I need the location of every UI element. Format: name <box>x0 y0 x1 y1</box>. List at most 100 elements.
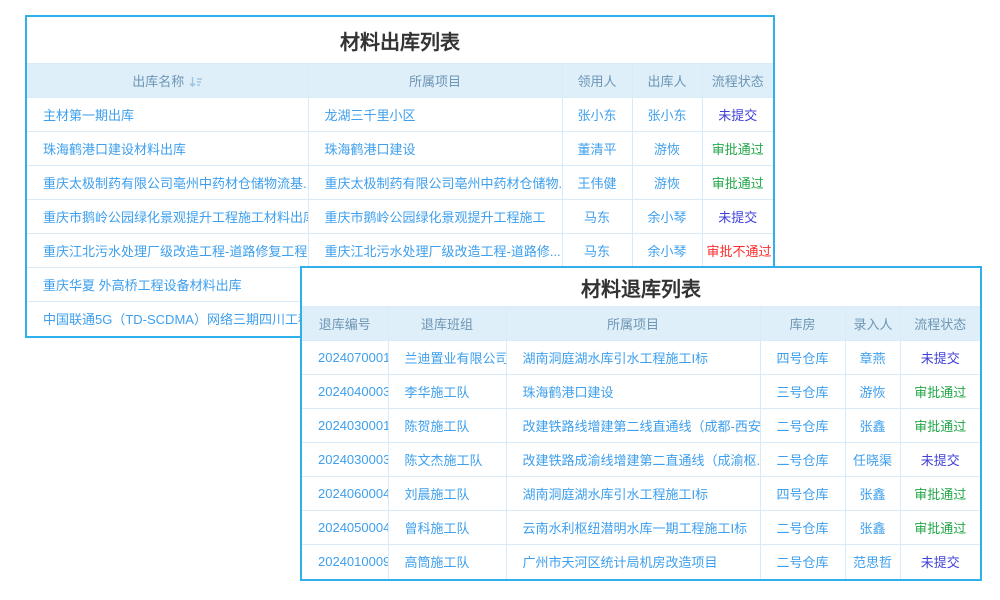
outbound-name-cell[interactable]: 重庆华夏 外高桥工程设备材料出库 <box>27 268 308 302</box>
return-col-code: 退库编号 <box>302 307 388 341</box>
return-list-panel: 材料退库列表 退库编号 退库班组 所属项目 库房 录入人 流程状态 202407… <box>300 266 982 581</box>
outbound-recipient-cell: 董清平 <box>562 132 632 166</box>
return-project-cell: 珠海鹤港口建设 <box>506 375 760 409</box>
return-code-cell[interactable]: 2024010009 <box>302 545 388 579</box>
return-table-row[interactable]: 2024030003 陈文杰施工队 改建铁路成渝线增建第二直通线（成渝枢... … <box>302 443 980 477</box>
return-code-cell[interactable]: 2024030001 <box>302 409 388 443</box>
return-warehouse-cell: 二号仓库 <box>760 443 845 477</box>
return-warehouse-cell: 二号仓库 <box>760 511 845 545</box>
outbound-recipient-cell: 马东 <box>562 234 632 268</box>
outbound-table-row[interactable]: 重庆市鹅岭公园绿化景观提升工程施工材料出库 重庆市鹅岭公园绿化景观提升工程施工 … <box>27 200 773 234</box>
outbound-name-cell[interactable]: 中国联通5G（TD-SCDMA）网络三期四川工程... <box>27 302 308 336</box>
return-project-cell: 湖南洞庭湖水库引水工程施工I标 <box>506 477 760 511</box>
outbound-operator-cell: 游恢 <box>632 166 702 200</box>
outbound-table-row[interactable]: 重庆江北污水处理厂级改造工程-道路修复工程... 重庆江北污水处理厂级改造工程-… <box>27 234 773 268</box>
return-team-cell: 陈贺施工队 <box>388 409 506 443</box>
outbound-recipient-cell: 马东 <box>562 200 632 234</box>
return-team-cell: 刘晨施工队 <box>388 477 506 511</box>
outbound-project-cell: 重庆江北污水处理厂级改造工程-道路修... <box>308 234 562 268</box>
return-col-recorder: 录入人 <box>845 307 900 341</box>
return-code-cell[interactable]: 2024030003 <box>302 443 388 477</box>
return-recorder-cell: 张鑫 <box>845 477 900 511</box>
return-status-cell: 审批通过 <box>900 409 980 443</box>
outbound-col-project: 所属项目 <box>308 64 562 98</box>
return-project-cell: 云南水利枢纽潜明水库一期工程施工I标 <box>506 511 760 545</box>
outbound-table-row[interactable]: 珠海鹤港口建设材料出库 珠海鹤港口建设 董清平 游恢 审批通过 <box>27 132 773 166</box>
return-recorder-cell: 任晓渠 <box>845 443 900 477</box>
outbound-col-name-label: 出库名称 <box>132 74 184 89</box>
return-warehouse-cell: 四号仓库 <box>760 341 845 375</box>
outbound-project-cell: 重庆市鹅岭公园绿化景观提升工程施工 <box>308 200 562 234</box>
return-status-cell: 未提交 <box>900 443 980 477</box>
return-col-status: 流程状态 <box>900 307 980 341</box>
outbound-col-name[interactable]: 出库名称 <box>27 64 308 98</box>
outbound-name-cell[interactable]: 主材第一期出库 <box>27 98 308 132</box>
outbound-status-cell: 审批通过 <box>702 166 773 200</box>
return-status-cell: 未提交 <box>900 545 980 579</box>
return-header-row: 退库编号 退库班组 所属项目 库房 录入人 流程状态 <box>302 307 980 341</box>
outbound-status-cell: 未提交 <box>702 200 773 234</box>
outbound-operator-cell: 余小琴 <box>632 200 702 234</box>
outbound-col-status: 流程状态 <box>702 64 773 98</box>
outbound-name-cell[interactable]: 重庆太极制药有限公司亳州中药材仓储物流基... <box>27 166 308 200</box>
page: 材料出库列表 出库名称 所属项目 领用人 出库人 流程状态 主材第一期出库 <box>0 0 1000 600</box>
return-project-cell: 湖南洞庭湖水库引水工程施工I标 <box>506 341 760 375</box>
sort-descending-icon[interactable] <box>189 76 202 91</box>
outbound-operator-cell: 张小东 <box>632 98 702 132</box>
return-table-row[interactable]: 2024030001 陈贺施工队 改建铁路线增建第二线直通线（成都-西安... … <box>302 409 980 443</box>
outbound-name-cell[interactable]: 重庆江北污水处理厂级改造工程-道路修复工程... <box>27 234 308 268</box>
outbound-project-cell: 重庆太极制药有限公司亳州中药材仓储物... <box>308 166 562 200</box>
outbound-recipient-cell: 张小东 <box>562 98 632 132</box>
return-code-cell[interactable]: 2024050004 <box>302 511 388 545</box>
return-table-row[interactable]: 2024010009 高筒施工队 广州市天河区统计局机房改造项目 二号仓库 范思… <box>302 545 980 579</box>
return-status-cell: 审批通过 <box>900 477 980 511</box>
outbound-recipient-cell: 王伟健 <box>562 166 632 200</box>
outbound-project-cell: 龙湖三千里小区 <box>308 98 562 132</box>
outbound-project-cell: 珠海鹤港口建设 <box>308 132 562 166</box>
outbound-operator-cell: 游恢 <box>632 132 702 166</box>
return-project-cell: 改建铁路线增建第二线直通线（成都-西安... <box>506 409 760 443</box>
return-team-cell: 陈文杰施工队 <box>388 443 506 477</box>
outbound-table-row[interactable]: 重庆太极制药有限公司亳州中药材仓储物流基... 重庆太极制药有限公司亳州中药材仓… <box>27 166 773 200</box>
return-warehouse-cell: 三号仓库 <box>760 375 845 409</box>
outbound-header-row: 出库名称 所属项目 领用人 出库人 流程状态 <box>27 64 773 98</box>
return-status-cell: 未提交 <box>900 341 980 375</box>
outbound-list-title: 材料出库列表 <box>27 17 773 63</box>
return-recorder-cell: 游恢 <box>845 375 900 409</box>
outbound-name-cell[interactable]: 重庆市鹅岭公园绿化景观提升工程施工材料出库 <box>27 200 308 234</box>
return-project-cell: 广州市天河区统计局机房改造项目 <box>506 545 760 579</box>
return-list-title: 材料退库列表 <box>302 268 980 306</box>
return-code-cell[interactable]: 2024060004 <box>302 477 388 511</box>
outbound-table-row[interactable]: 主材第一期出库 龙湖三千里小区 张小东 张小东 未提交 <box>27 98 773 132</box>
return-team-cell: 兰迪置业有限公司 <box>388 341 506 375</box>
return-recorder-cell: 张鑫 <box>845 409 900 443</box>
return-team-cell: 曾科施工队 <box>388 511 506 545</box>
return-status-cell: 审批通过 <box>900 511 980 545</box>
return-col-team: 退库班组 <box>388 307 506 341</box>
return-recorder-cell: 范思哲 <box>845 545 900 579</box>
return-col-project: 所属项目 <box>506 307 760 341</box>
return-warehouse-cell: 二号仓库 <box>760 409 845 443</box>
return-status-cell: 审批通过 <box>900 375 980 409</box>
return-code-cell[interactable]: 2024070001 <box>302 341 388 375</box>
return-code-cell[interactable]: 2024040003 <box>302 375 388 409</box>
outbound-name-cell[interactable]: 珠海鹤港口建设材料出库 <box>27 132 308 166</box>
return-project-cell: 改建铁路成渝线增建第二直通线（成渝枢... <box>506 443 760 477</box>
return-team-cell: 高筒施工队 <box>388 545 506 579</box>
return-table-row[interactable]: 2024040003 李华施工队 珠海鹤港口建设 三号仓库 游恢 审批通过 <box>302 375 980 409</box>
outbound-status-cell: 未提交 <box>702 98 773 132</box>
return-col-warehouse: 库房 <box>760 307 845 341</box>
outbound-col-recipient: 领用人 <box>562 64 632 98</box>
return-table: 退库编号 退库班组 所属项目 库房 录入人 流程状态 2024070001 兰迪… <box>302 306 980 579</box>
outbound-status-cell: 审批不通过 <box>702 234 773 268</box>
outbound-status-cell: 审批通过 <box>702 132 773 166</box>
return-table-row[interactable]: 2024060004 刘晨施工队 湖南洞庭湖水库引水工程施工I标 四号仓库 张鑫… <box>302 477 980 511</box>
outbound-operator-cell: 余小琴 <box>632 234 702 268</box>
return-recorder-cell: 张鑫 <box>845 511 900 545</box>
return-warehouse-cell: 二号仓库 <box>760 545 845 579</box>
return-table-row[interactable]: 2024070001 兰迪置业有限公司 湖南洞庭湖水库引水工程施工I标 四号仓库… <box>302 341 980 375</box>
return-warehouse-cell: 四号仓库 <box>760 477 845 511</box>
return-table-row[interactable]: 2024050004 曾科施工队 云南水利枢纽潜明水库一期工程施工I标 二号仓库… <box>302 511 980 545</box>
return-team-cell: 李华施工队 <box>388 375 506 409</box>
outbound-col-operator: 出库人 <box>632 64 702 98</box>
